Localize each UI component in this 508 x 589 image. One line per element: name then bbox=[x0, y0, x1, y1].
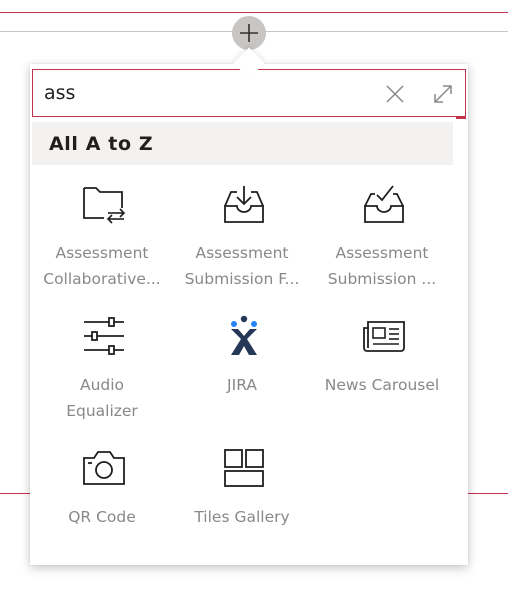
tile-label: Assessment bbox=[335, 244, 429, 262]
tiles-gallery-icon bbox=[222, 446, 266, 490]
tile-label: Submission F... bbox=[184, 270, 300, 288]
tile-label: Equalizer bbox=[66, 402, 138, 420]
tile-news-carousel[interactable]: News Carousel bbox=[312, 314, 452, 424]
tile-label: Assessment bbox=[55, 244, 149, 262]
camera-icon bbox=[82, 446, 126, 490]
add-webpart-button[interactable] bbox=[232, 16, 266, 50]
inbox-download-icon bbox=[222, 182, 266, 226]
inbox-check-icon bbox=[362, 182, 406, 226]
tile-jira[interactable]: JIRA bbox=[172, 314, 312, 424]
close-icon bbox=[386, 85, 404, 103]
tile-audio-equalizer[interactable]: Audio Equalizer bbox=[32, 314, 172, 424]
webpart-picker-panel: All A to Z Assessment Collaborative... bbox=[30, 64, 468, 565]
tile-label: QR Code bbox=[68, 508, 136, 526]
section-header: All A to Z bbox=[32, 122, 453, 165]
tile-assessment-collaborative[interactable]: Assessment Collaborative... bbox=[32, 182, 172, 292]
tile-label: Submission ... bbox=[327, 270, 437, 288]
section-title: All A to Z bbox=[49, 132, 154, 155]
equalizer-icon bbox=[82, 314, 126, 358]
tile-label: News Carousel bbox=[324, 376, 440, 394]
expand-toolbox-button[interactable] bbox=[429, 80, 457, 108]
newspaper-icon bbox=[362, 314, 406, 358]
clear-search-button[interactable] bbox=[381, 80, 409, 108]
search-input[interactable] bbox=[44, 78, 374, 108]
tile-assessment-submission[interactable]: Assessment Submission ... bbox=[312, 182, 452, 292]
tile-label: Tiles Gallery bbox=[194, 508, 290, 526]
folder-transfer-icon bbox=[82, 182, 126, 226]
tile-qr-code[interactable]: QR Code bbox=[32, 446, 172, 530]
tile-label: Assessment bbox=[195, 244, 289, 262]
plus-icon bbox=[240, 24, 258, 42]
expand-icon bbox=[434, 85, 452, 103]
section-boundary-top bbox=[0, 12, 508, 13]
tile-tiles-gallery[interactable]: Tiles Gallery bbox=[172, 446, 312, 530]
tile-assessment-submission-f[interactable]: Assessment Submission F... bbox=[172, 182, 312, 292]
tile-label: JIRA bbox=[227, 376, 257, 394]
jira-logo-icon bbox=[222, 314, 266, 358]
tile-label: Audio bbox=[79, 376, 125, 394]
tile-label: Collaborative... bbox=[43, 270, 161, 288]
